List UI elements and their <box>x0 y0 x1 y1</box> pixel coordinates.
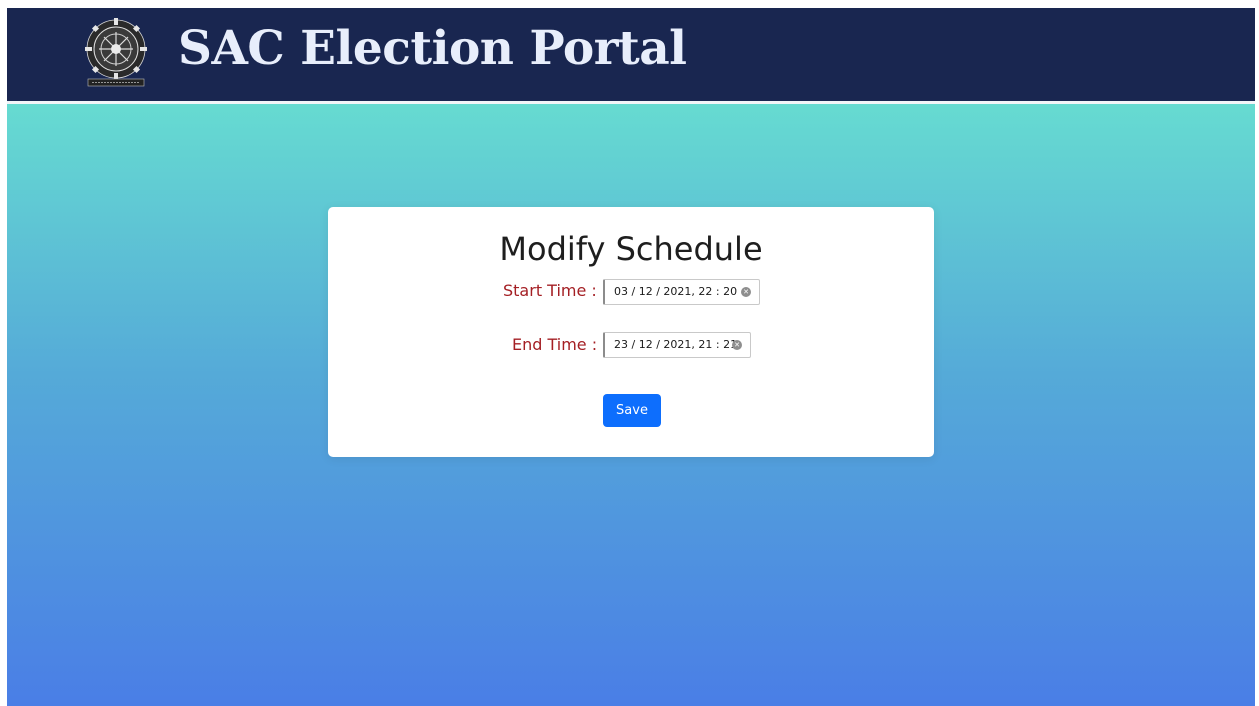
start-time-value: 03 / 12 / 2021, 22 : 20 <box>614 285 738 298</box>
clear-end-time-icon[interactable]: ✕ <box>732 340 742 350</box>
end-time-input[interactable]: 23 / 12 / 2021, 21 : 21 ✕ <box>603 332 751 358</box>
main-area: Modify Schedule Start Time : 03 / 12 / 2… <box>7 104 1255 706</box>
form-heading: Modify Schedule <box>499 230 763 268</box>
institute-emblem-icon <box>85 18 147 87</box>
page-frame: SAC Election Portal Modify Schedule Star… <box>7 8 1255 706</box>
schedule-card: Modify Schedule Start Time : 03 / 12 / 2… <box>328 207 934 457</box>
save-button[interactable]: Save <box>603 394 661 427</box>
site-title: SAC Election Portal <box>178 21 687 76</box>
end-time-label: End Time : <box>512 335 598 354</box>
clear-start-time-icon[interactable]: ✕ <box>741 287 751 297</box>
site-header: SAC Election Portal <box>7 8 1255 101</box>
start-time-input[interactable]: 03 / 12 / 2021, 22 : 20 ✕ <box>603 279 760 305</box>
start-time-label: Start Time : <box>503 281 597 300</box>
end-time-value: 23 / 12 / 2021, 21 : 21 <box>614 338 738 351</box>
